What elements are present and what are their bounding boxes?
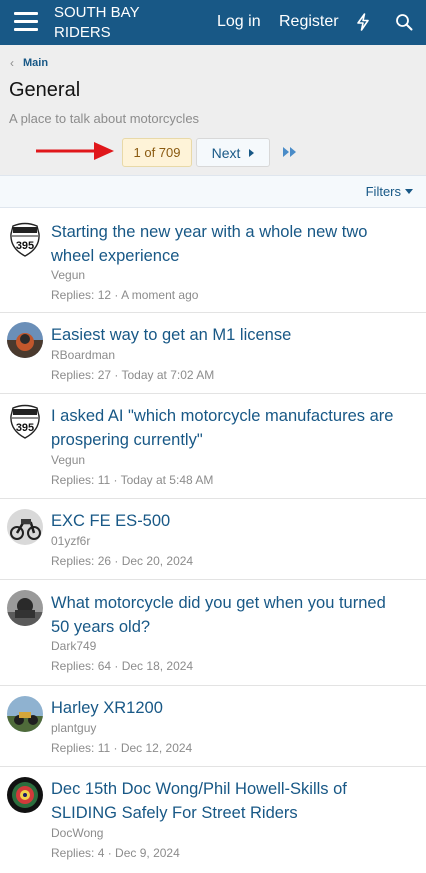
filter-bar: Filters <box>0 175 426 208</box>
chevron-down-icon <box>405 189 413 194</box>
reply-count: Replies: 4 <box>51 846 105 860</box>
thread-meta: Replies: 11 · Today at 5:48 AM <box>51 473 214 487</box>
thread-item[interactable]: Easiest way to get an M1 license RBoardm… <box>0 313 426 394</box>
thread-meta: Replies: 64 · Dec 18, 2024 <box>51 659 194 673</box>
thread-title[interactable]: Dec 15th Doc Wong/Phil Howell-Skills of … <box>51 777 406 825</box>
thread-time[interactable]: Dec 20, 2024 <box>122 554 193 568</box>
thread-meta: Replies: 26 · Dec 20, 2024 <box>51 554 194 568</box>
thread-time[interactable]: Dec 12, 2024 <box>121 741 192 755</box>
reply-count: Replies: 64 <box>51 659 112 673</box>
thread-meta: Replies: 27 · Today at 7:02 AM <box>51 368 215 382</box>
whats-new-icon[interactable] <box>355 13 371 31</box>
thread-meta: Replies: 11 · Dec 12, 2024 <box>51 741 193 755</box>
thread-item[interactable]: 395 Starting the new year with a whole n… <box>0 208 426 313</box>
red-arrow-annotation <box>36 142 114 160</box>
search-icon[interactable] <box>395 13 413 31</box>
thread-author[interactable]: Vegun <box>51 268 85 282</box>
filters-button[interactable]: Filters <box>366 184 413 199</box>
thread-item[interactable]: 395 I asked AI "which motorcycle manufac… <box>0 394 426 499</box>
thread-time[interactable]: Today at 5:48 AM <box>121 473 214 487</box>
avatar <box>7 590 43 626</box>
chevron-right-icon <box>249 148 255 157</box>
page-jump-button[interactable]: 1 of 709 <box>122 138 192 167</box>
avatar-shield-text: 395 <box>16 422 34 434</box>
next-label: Next <box>211 144 241 161</box>
reply-count: Replies: 11 <box>51 741 111 755</box>
reply-count: Replies: 26 <box>51 554 112 568</box>
thread-title[interactable]: Starting the new year with a whole new t… <box>51 220 406 268</box>
thread-author[interactable]: Vegun <box>51 453 85 467</box>
avatar <box>7 322 43 358</box>
thread-time[interactable]: Dec 9, 2024 <box>115 846 180 860</box>
site-header: SOUTH BAY RIDERS Log in Register <box>0 0 426 45</box>
thread-author[interactable]: RBoardman <box>51 348 115 362</box>
thread-item[interactable]: Harley XR1200 plantguy Replies: 11 · Dec… <box>0 686 426 767</box>
thread-title[interactable]: Harley XR1200 <box>51 696 406 720</box>
thread-meta: Replies: 4 · Dec 9, 2024 <box>51 846 180 860</box>
avatar <box>7 696 43 732</box>
avatar-shield-text: 395 <box>16 240 34 252</box>
thread-item[interactable]: EXC FE ES-500 01yzf6r Replies: 26 · Dec … <box>0 499 426 580</box>
thread-title[interactable]: Easiest way to get an M1 license <box>51 323 406 347</box>
avatar <box>7 777 43 813</box>
avatar: 395 <box>10 222 40 257</box>
filters-label: Filters <box>365 184 401 199</box>
thread-author[interactable]: DocWong <box>51 826 103 840</box>
menu-icon[interactable] <box>14 12 38 32</box>
thread-time[interactable]: A moment ago <box>121 288 198 302</box>
thread-item[interactable]: Dec 15th Doc Wong/Phil Howell-Skills of … <box>0 767 426 873</box>
reply-count: Replies: 11 <box>51 473 111 487</box>
thread-time[interactable]: Today at 7:02 AM <box>122 368 215 382</box>
reply-count: Replies: 12 <box>51 288 112 302</box>
avatar: 395 <box>10 404 40 439</box>
reply-count: Replies: 27 <box>51 368 112 382</box>
register-link[interactable]: Register <box>279 13 339 31</box>
avatar <box>7 509 43 545</box>
login-link[interactable]: Log in <box>217 13 261 31</box>
site-logo[interactable]: SOUTH BAY RIDERS <box>54 3 164 43</box>
page-title: General <box>9 79 81 101</box>
thread-item[interactable]: What motorcycle did you get when you tur… <box>0 580 426 686</box>
thread-time[interactable]: Dec 18, 2024 <box>122 659 193 673</box>
page-header: ‹ Main General A place to talk about mot… <box>0 45 426 175</box>
breadcrumb[interactable]: ‹ Main <box>10 56 48 70</box>
next-page-button[interactable]: Next <box>196 138 270 167</box>
thread-author[interactable]: 01yzf6r <box>51 534 90 548</box>
last-page-icon[interactable] <box>282 146 298 158</box>
breadcrumb-main[interactable]: Main <box>23 57 48 69</box>
thread-title[interactable]: I asked AI "which motorcycle manufacture… <box>51 404 406 452</box>
thread-author[interactable]: Dark749 <box>51 639 96 653</box>
thread-meta: Replies: 12 · A moment ago <box>51 288 199 302</box>
page-description: A place to talk about motorcycles <box>9 111 200 126</box>
chevron-left-icon: ‹ <box>10 56 14 70</box>
thread-title[interactable]: What motorcycle did you get when you tur… <box>51 591 406 639</box>
thread-title[interactable]: EXC FE ES-500 <box>51 509 406 533</box>
thread-author[interactable]: plantguy <box>51 721 96 735</box>
